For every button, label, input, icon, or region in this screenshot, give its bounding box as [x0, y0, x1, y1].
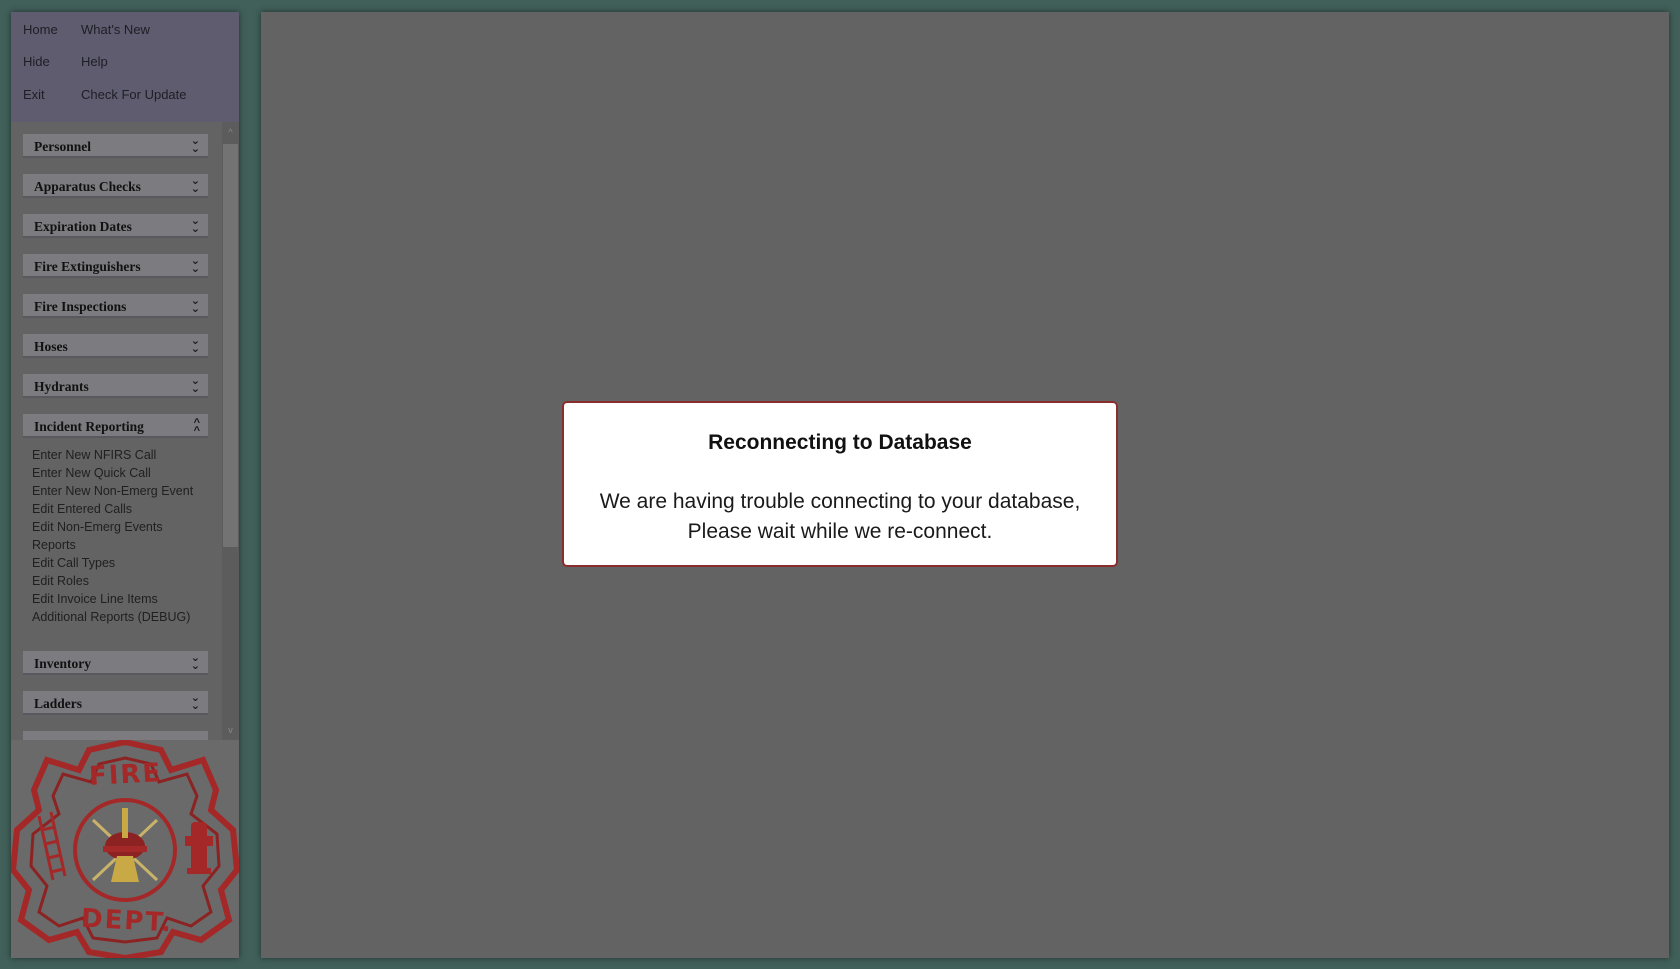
menu-item-edit-entered-calls[interactable]: Edit Entered Calls: [32, 502, 132, 516]
section-label: Personnel: [34, 139, 91, 154]
section-label: Hoses: [34, 339, 68, 354]
chevron-down-icon: ⌄ ⌄: [190, 295, 200, 315]
section-hydrants[interactable]: Hydrants ⌄ ⌄: [23, 374, 208, 398]
section-ladders[interactable]: Ladders ⌄ ⌄: [23, 691, 208, 715]
section-label: Ladders: [34, 696, 83, 711]
section-label: Fire Inspections: [34, 299, 127, 314]
menu-item-enter-new-quick-call[interactable]: Enter New Quick Call: [32, 466, 151, 480]
section-label: Incident Reporting: [34, 419, 144, 434]
exit-link[interactable]: Exit: [23, 87, 45, 102]
menu-item-additional-reports-debug[interactable]: Additional Reports (DEBUG): [32, 610, 190, 624]
hide-link[interactable]: Hide: [23, 54, 50, 69]
section-hoses[interactable]: Hoses ⌄ ⌄: [23, 334, 208, 358]
reconnecting-dialog: Reconnecting to Database We are having t…: [562, 401, 1118, 567]
logo-text-dept: DEPT.: [80, 903, 174, 939]
section-partial[interactable]: [23, 731, 208, 740]
section-label: Apparatus Checks: [34, 179, 141, 194]
fire-dept-logo: FIRE DEPT.: [11, 738, 239, 958]
section-label: Hydrants: [34, 379, 89, 394]
section-inventory[interactable]: Inventory ⌄ ⌄: [23, 651, 208, 675]
chevron-up-icon: ^ ^: [193, 417, 200, 437]
menu-item-enter-new-non-emerg-event[interactable]: Enter New Non-Emerg Event: [32, 484, 193, 498]
chevron-down-icon: ⌄ ⌄: [190, 692, 200, 712]
chevron-down-icon: ⌄ ⌄: [190, 335, 200, 355]
chevron-down-icon: ⌄ ⌄: [190, 215, 200, 235]
menu-item-reports[interactable]: Reports: [32, 538, 76, 552]
section-incident-reporting[interactable]: Incident Reporting ^ ^: [23, 414, 208, 438]
section-apparatus-checks[interactable]: Apparatus Checks ⌄ ⌄: [23, 174, 208, 198]
nav-area: Personnel ⌄ ⌄ Apparatus Checks ⌄ ⌄ Expirat…: [11, 122, 239, 740]
menu-item-enter-new-nfirs-call[interactable]: Enter New NFIRS Call: [32, 448, 156, 462]
check-for-update-link[interactable]: Check For Update: [81, 87, 187, 102]
logo-text-fire: FIRE: [88, 758, 163, 792]
section-expiration-dates[interactable]: Expiration Dates ⌄ ⌄: [23, 214, 208, 238]
section-fire-inspections[interactable]: Fire Inspections ⌄ ⌄: [23, 294, 208, 318]
chevron-down-icon: ⌄ ⌄: [190, 255, 200, 275]
menu-item-edit-non-emerg-events[interactable]: Edit Non-Emerg Events: [32, 520, 163, 534]
top-menu: Home What's New Hide Help Exit Check For…: [11, 12, 239, 122]
home-link[interactable]: Home: [23, 22, 58, 37]
menu-item-edit-call-types[interactable]: Edit Call Types: [32, 556, 115, 570]
dialog-message-line2: Please wait while we re-connect.: [687, 520, 993, 543]
help-link[interactable]: Help: [81, 54, 108, 69]
section-personnel[interactable]: Personnel ⌄ ⌄: [23, 134, 208, 158]
whats-new-link[interactable]: What's New: [81, 22, 150, 37]
sidebar: Home What's New Hide Help Exit Check For…: [11, 12, 239, 958]
section-label: Fire Extinguishers: [34, 259, 141, 274]
scrollbar[interactable]: ^ v: [222, 122, 239, 740]
chevron-down-icon: ⌄ ⌄: [190, 375, 200, 395]
menu-item-edit-roles[interactable]: Edit Roles: [32, 574, 89, 588]
scroll-thumb[interactable]: [223, 144, 238, 547]
chevron-down-icon: ⌄ ⌄: [190, 175, 200, 195]
section-fire-extinguishers[interactable]: Fire Extinguishers ⌄ ⌄: [23, 254, 208, 278]
section-label: Inventory: [34, 656, 91, 671]
chevron-down-icon: ⌄ ⌄: [190, 652, 200, 672]
chevron-down-icon: ⌄ ⌄: [190, 135, 200, 155]
dialog-message-line1: We are having trouble connecting to your…: [599, 490, 1081, 513]
menu-item-edit-invoice-line-items[interactable]: Edit Invoice Line Items: [32, 592, 158, 606]
dialog-message: We are having trouble connecting to your…: [564, 487, 1116, 547]
section-label: Expiration Dates: [34, 219, 132, 234]
dialog-title: Reconnecting to Database: [708, 431, 972, 454]
scroll-up-icon[interactable]: ^: [222, 124, 239, 140]
scroll-down-icon[interactable]: v: [222, 722, 239, 738]
